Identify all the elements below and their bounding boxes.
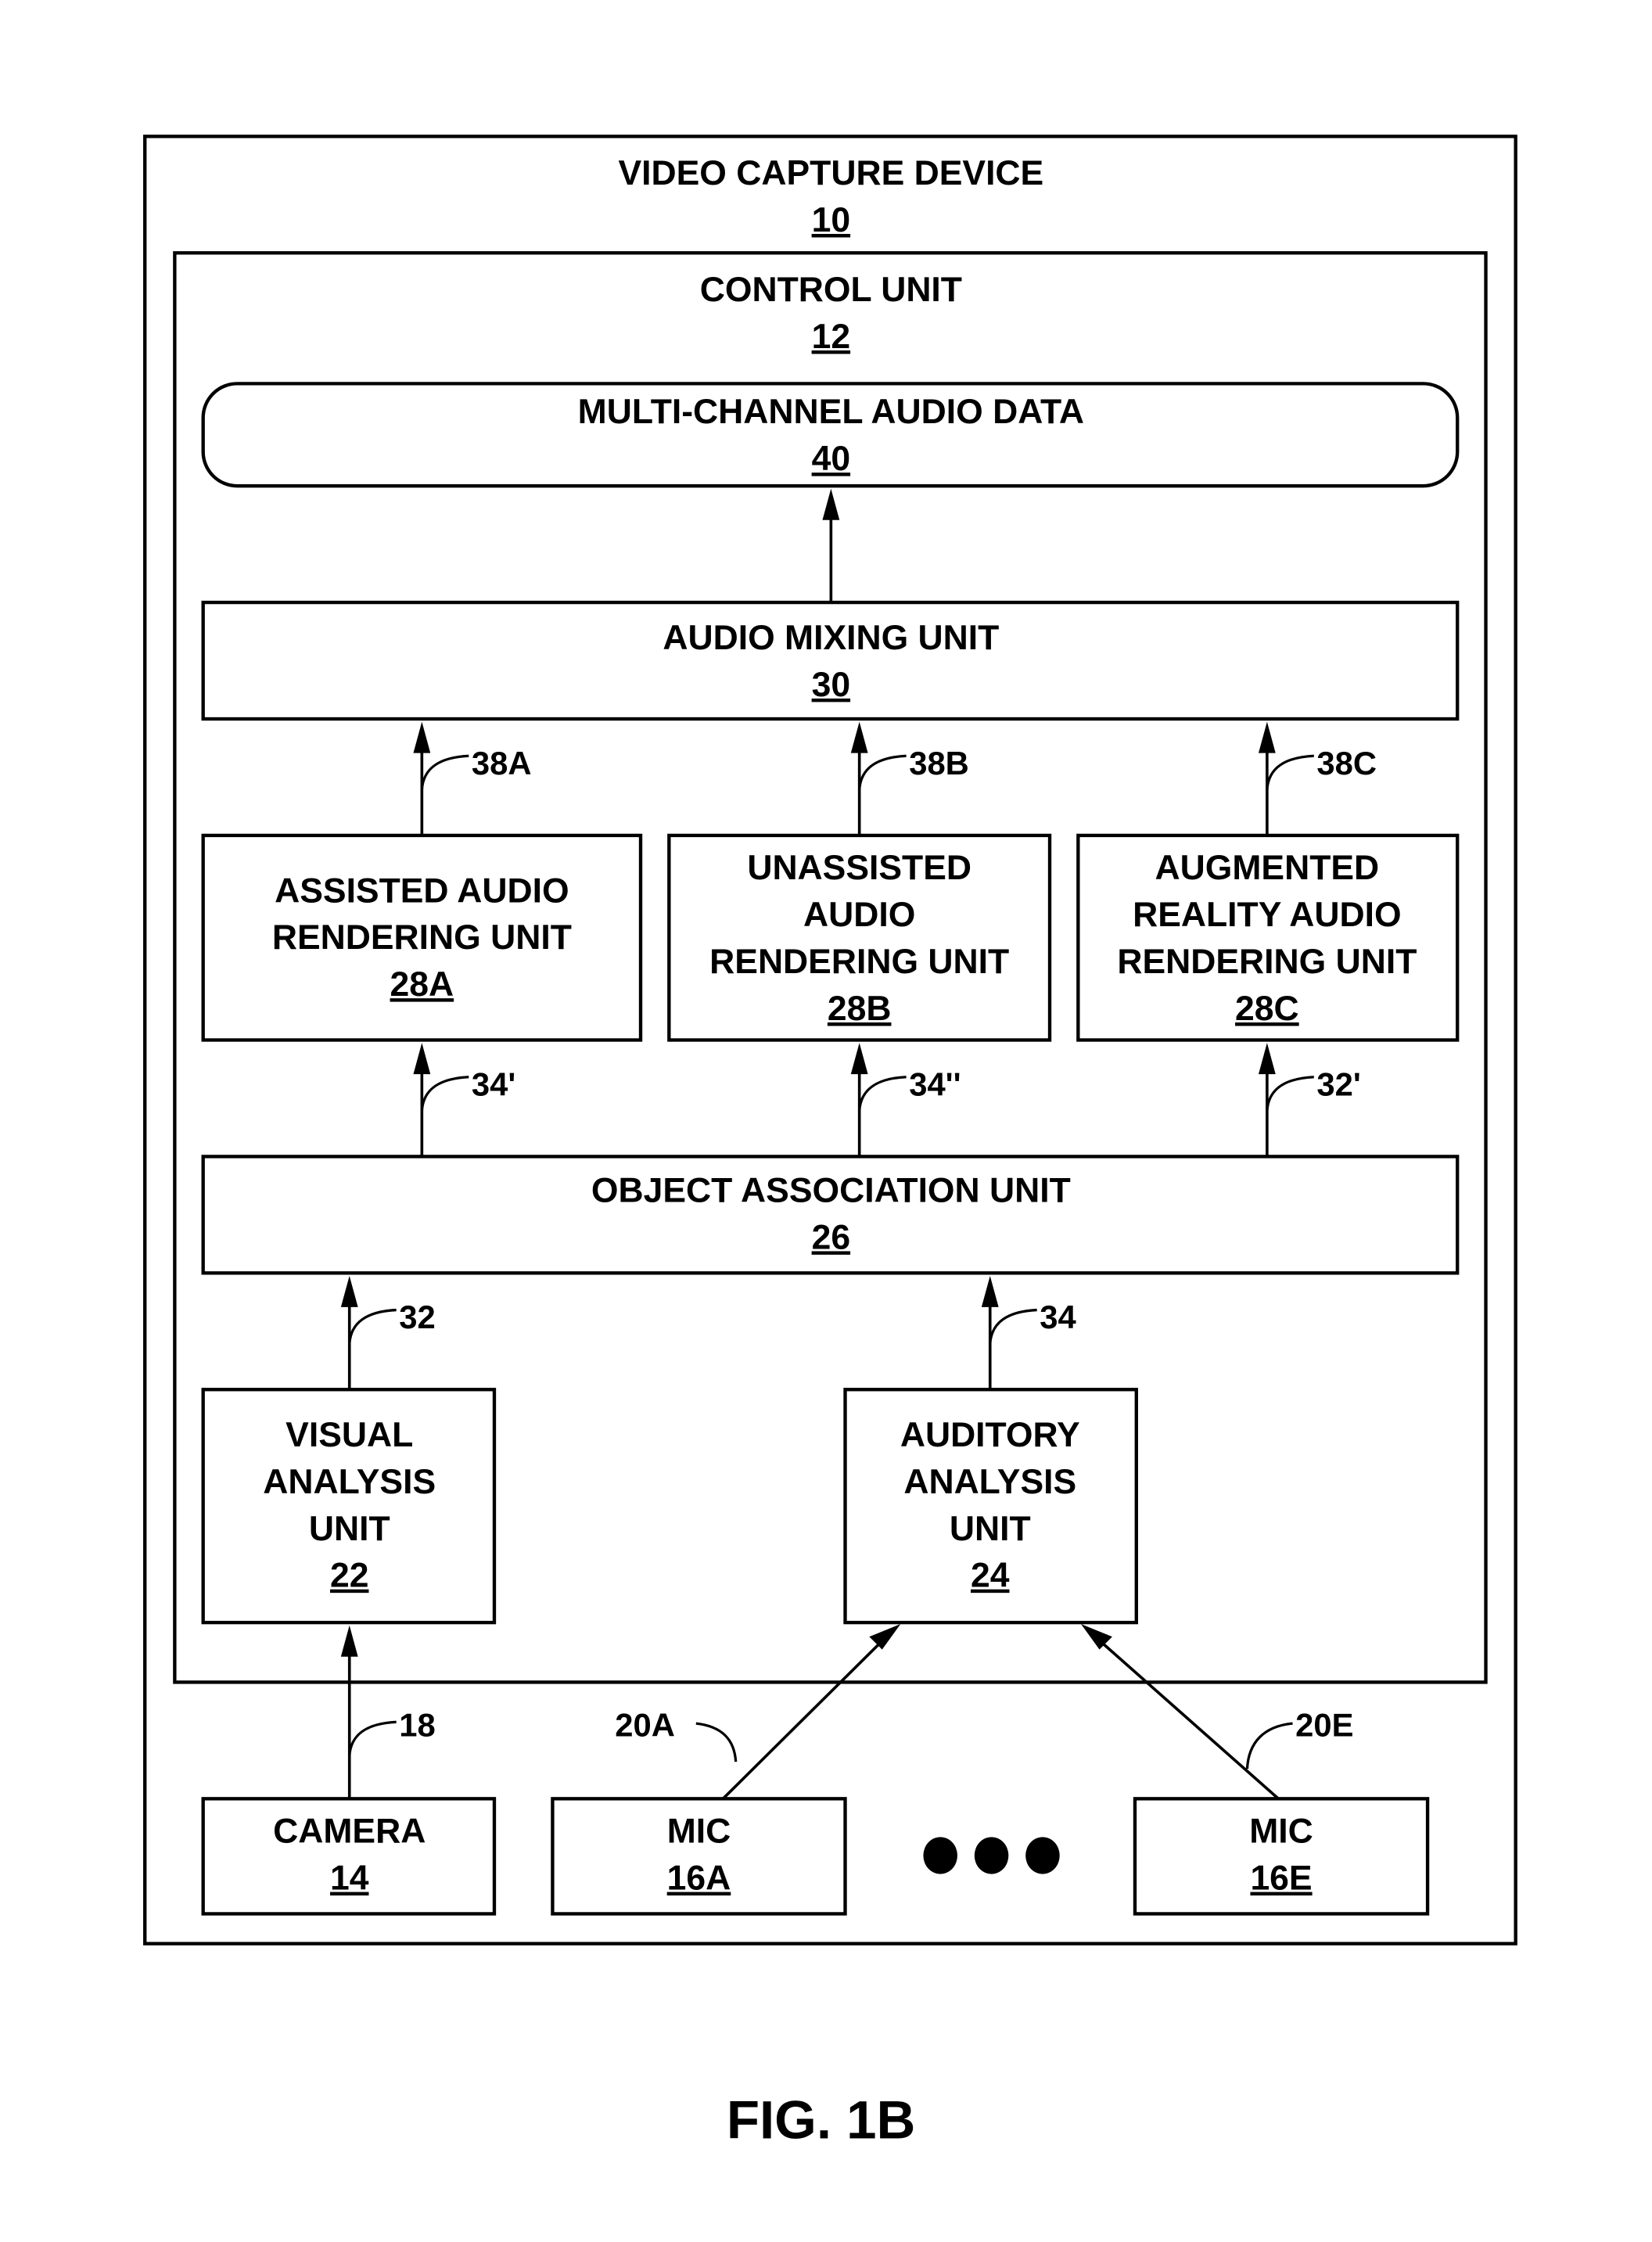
arrowhead-icon: [850, 1043, 868, 1075]
signal-18: 18: [340, 1625, 436, 1799]
figure-label: FIG. 1B: [727, 2089, 916, 2150]
multichannel-audio-data-block: MULTI-CHANNEL AUDIO DATA 40: [201, 382, 1460, 488]
block-label: MIC: [667, 1813, 731, 1851]
signal-label: 20A: [615, 1706, 675, 1743]
audio-mixing-unit-block: AUDIO MIXING UNIT 30: [201, 600, 1460, 721]
device-title: VIDEO CAPTURE DEVICE: [618, 154, 1043, 192]
mic-16e-block: MIC 16E: [1133, 1797, 1430, 1916]
arrowhead-icon: [1258, 721, 1276, 753]
block-ref: 26: [812, 1218, 850, 1256]
signal-32-prime: 32': [1258, 1043, 1361, 1157]
signal-34: 34: [981, 1275, 1076, 1390]
block-ref: 14: [330, 1859, 369, 1898]
arrowhead-icon: [850, 721, 868, 753]
control-unit-ref: 12: [812, 318, 850, 356]
signal-38a: 38A: [413, 721, 532, 835]
block-label: REALITY AUDIO: [1133, 896, 1402, 934]
block-label: MULTI-CHANNEL AUDIO DATA: [578, 393, 1084, 431]
arrowhead-icon: [340, 1625, 358, 1657]
signal-label: 38C: [1316, 745, 1377, 781]
block-label: UNIT: [950, 1510, 1031, 1548]
arrowhead-icon: [1258, 1043, 1276, 1075]
block-ref: 22: [330, 1557, 368, 1595]
block-ref: 16E: [1250, 1859, 1312, 1898]
signal-38b: 38B: [850, 721, 969, 835]
block-label: MIC: [1249, 1813, 1313, 1851]
signal-20e: 20E: [1080, 1623, 1354, 1800]
signal-label: 38B: [909, 745, 969, 781]
block-ref: 28A: [390, 965, 454, 1004]
signal-label: 34': [472, 1065, 515, 1102]
signal-label: 34: [1040, 1299, 1076, 1335]
block-label: ANALYSIS: [263, 1463, 436, 1501]
signal-38c: 38C: [1258, 721, 1377, 835]
signal-32: 32: [340, 1275, 436, 1390]
mic-16a-block: MIC 16A: [551, 1797, 847, 1916]
arrowhead-icon: [822, 488, 840, 520]
signal-label: 20E: [1295, 1706, 1353, 1743]
block-ref: 24: [971, 1557, 1010, 1595]
signal-34-prime: 34': [413, 1043, 515, 1157]
block-label: OBJECT ASSOCIATION UNIT: [591, 1172, 1071, 1210]
signal-label: 32: [399, 1299, 435, 1335]
visual-analysis-unit-block: VISUAL ANALYSIS UNIT 22: [201, 1388, 497, 1625]
block-label: RENDERING UNIT: [1117, 943, 1417, 981]
signal-label: 18: [399, 1706, 435, 1743]
block-ref: 28C: [1235, 990, 1299, 1028]
block-label: RENDERING UNIT: [709, 943, 1009, 981]
block-ref: 16A: [667, 1859, 731, 1898]
arrowhead-icon: [1080, 1623, 1112, 1650]
block-label: ASSISTED AUDIO: [275, 871, 569, 910]
signal-label: 38A: [472, 745, 532, 781]
block-label: UNIT: [309, 1510, 390, 1548]
block-ref: 30: [812, 666, 850, 704]
block-label: CAMERA: [273, 1813, 426, 1851]
auditory-analysis-unit-block: AUDITORY ANALYSIS UNIT 24: [843, 1388, 1138, 1625]
ellipsis-dots-icon: [923, 1837, 1060, 1874]
arrowhead-icon: [413, 721, 431, 753]
arrowhead-icon: [413, 1043, 431, 1075]
assisted-audio-rendering-unit-block: ASSISTED AUDIO RENDERING UNIT 28A: [201, 833, 643, 1042]
block-label: AUDIO MIXING UNIT: [663, 619, 999, 657]
camera-block: CAMERA 14: [201, 1797, 497, 1916]
block-label: UNASSISTED: [747, 849, 971, 887]
signal-label: 32': [1316, 1065, 1360, 1102]
arrowhead-icon: [981, 1275, 999, 1307]
block-label: AUDIO: [803, 896, 915, 934]
block-label: VISUAL: [286, 1416, 413, 1454]
block-ref: 40: [812, 440, 850, 478]
signal-20a: 20A: [615, 1623, 901, 1800]
control-unit-title: CONTROL UNIT: [700, 271, 962, 309]
arrowhead-icon: [340, 1275, 358, 1307]
block-label: AUGMENTED: [1155, 849, 1380, 887]
signal-label: 34'': [909, 1065, 961, 1102]
object-association-unit-block: OBJECT ASSOCIATION UNIT 26: [201, 1155, 1460, 1275]
unassisted-audio-rendering-unit-block: UNASSISTED AUDIO RENDERING UNIT 28B: [667, 833, 1052, 1042]
device-ref: 10: [812, 201, 850, 239]
signal-34-double-prime: 34'': [850, 1043, 961, 1157]
block-ref: 28B: [828, 990, 892, 1028]
arrowhead-icon: [869, 1623, 901, 1650]
block-label: AUDITORY: [900, 1416, 1080, 1454]
block-label: ANALYSIS: [903, 1463, 1076, 1501]
block-diagram: VIDEO CAPTURE DEVICE 10 CONTROL UNIT 12 …: [143, 135, 1517, 2150]
block-label: RENDERING UNIT: [272, 918, 572, 957]
augmented-reality-audio-rendering-unit-block: AUGMENTED REALITY AUDIO RENDERING UNIT 2…: [1076, 833, 1460, 1042]
